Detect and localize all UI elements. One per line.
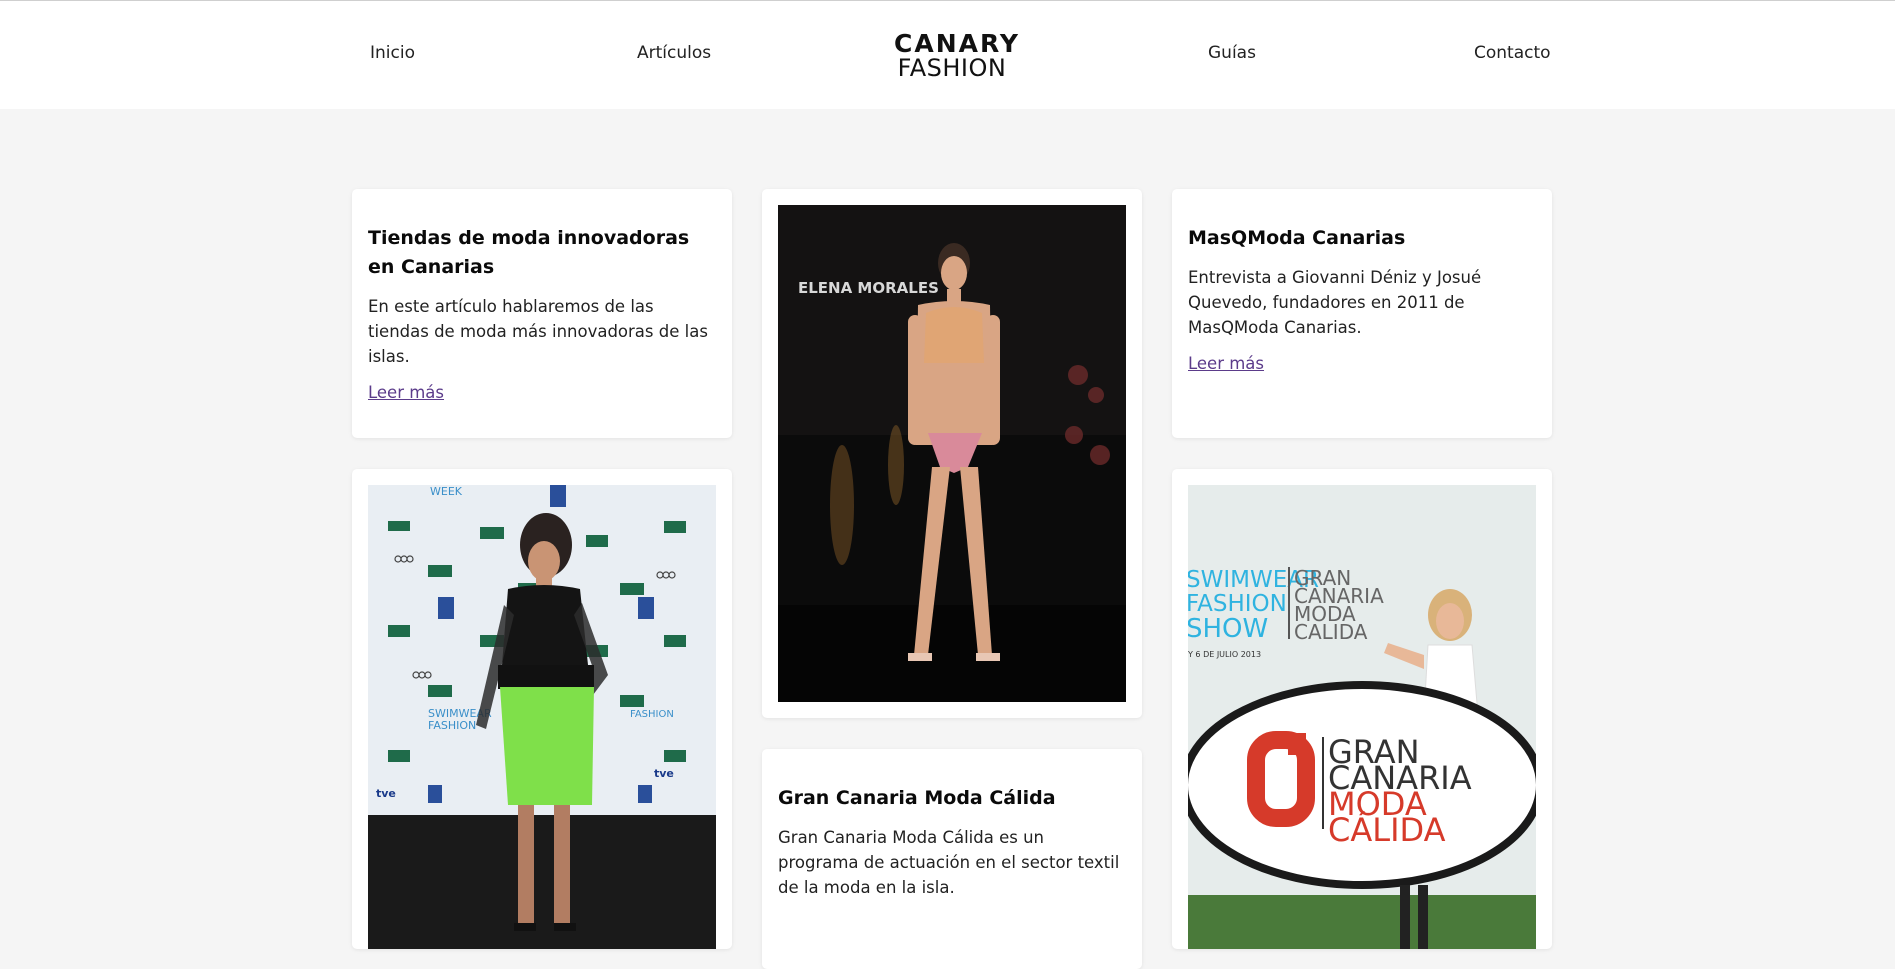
logo-fashion: FASHION bbox=[897, 54, 1007, 82]
standee-calida: CÁLIDA bbox=[1328, 811, 1446, 849]
event-photo[interactable]: SWIMWEAR FASHION SHOW GRAN CANARIA MODA … bbox=[1188, 485, 1536, 949]
article-card-masqmoda: MasQModa Canarias Entrevista a Giovanni … bbox=[1172, 189, 1552, 438]
nav-inicio[interactable]: Inicio bbox=[370, 43, 415, 63]
site-header: Inicio Artículos CANARY FASHION Guías Co… bbox=[0, 1, 1895, 109]
read-more-link[interactable]: Leer más bbox=[1188, 354, 1264, 373]
photocall-photo[interactable]: WEEK SWIMWEAR FASHION FASHION tve tve bbox=[368, 485, 716, 949]
card-text: Entrevista a Giovanni Déniz y Josué Quev… bbox=[1188, 268, 1482, 337]
banner-date: Y 6 DE JULIO 2013 bbox=[1188, 650, 1261, 659]
read-more-link[interactable]: Leer más bbox=[368, 383, 444, 402]
photocall-word-4: FASHION bbox=[630, 709, 674, 720]
banner-show: SHOW bbox=[1188, 614, 1268, 644]
image-card-event: SWIMWEAR FASHION SHOW GRAN CANARIA MODA … bbox=[1172, 469, 1552, 949]
photocall-tve-1: tve bbox=[376, 787, 396, 800]
site-logo[interactable]: CANARY FASHION bbox=[894, 29, 1020, 82]
nav-contacto[interactable]: Contacto bbox=[1474, 43, 1551, 63]
card-title: Gran Canaria Moda Cálida bbox=[778, 787, 1056, 809]
article-card-moda-calida: Gran Canaria Moda Cálida Gran Canaria Mo… bbox=[762, 749, 1142, 969]
card-title: MasQModa Canarias bbox=[1188, 227, 1406, 249]
runway-photo[interactable]: ELENA MORALES bbox=[778, 205, 1126, 702]
logo-canary: CANARY bbox=[894, 29, 1020, 58]
image-card-photocall: WEEK SWIMWEAR FASHION FASHION tve tve bbox=[352, 469, 732, 949]
photocall-tve-2: tve bbox=[654, 767, 674, 780]
card-title: Tiendas de moda innovadoras en Canarias bbox=[368, 227, 690, 278]
photocall-word-1: WEEK bbox=[430, 485, 463, 498]
article-card-tiendas: Tiendas de moda innovadoras en Canarias … bbox=[352, 189, 732, 438]
card-text: Gran Canaria Moda Cálida es un programa … bbox=[778, 828, 1120, 897]
nav-guias[interactable]: Guías bbox=[1208, 43, 1256, 63]
runway-sign: ELENA MORALES bbox=[798, 279, 939, 297]
banner-calida: CALIDA bbox=[1294, 620, 1368, 644]
nav-articulos[interactable]: Artículos bbox=[637, 43, 711, 63]
card-text: En este artículo hablaremos de las tiend… bbox=[368, 297, 708, 366]
image-card-runway: ELENA MORALES bbox=[762, 189, 1142, 718]
photocall-word-3: FASHION bbox=[428, 719, 476, 732]
